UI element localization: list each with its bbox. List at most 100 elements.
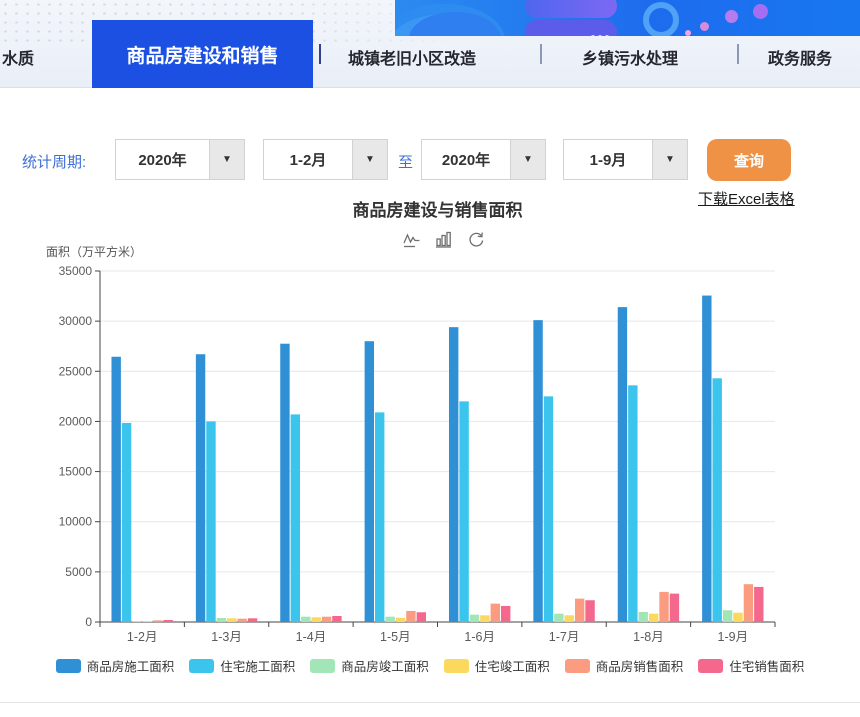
- database-graphic: [525, 0, 617, 18]
- x-tick-label: 1-6月: [464, 630, 495, 644]
- ring-graphic: [643, 2, 679, 36]
- bar[interactable]: 1-9月 商品房施工面积: 32550: [702, 296, 711, 622]
- bar[interactable]: 1-7月 商品房施工面积: 30100: [533, 320, 542, 622]
- bar[interactable]: 1-8月 商品房施工面积: 31400: [618, 307, 627, 622]
- bar[interactable]: 1-8月 住宅销售面积: 2830: [670, 594, 679, 622]
- legend-swatch: [444, 659, 469, 673]
- bar[interactable]: 1-5月 商品房施工面积: 28000: [365, 341, 374, 622]
- bar[interactable]: 1-7月 商品房销售面积: 2330: [575, 599, 584, 622]
- bar[interactable]: 1-2月 商品房施工面积: 26450: [111, 357, 120, 622]
- bar[interactable]: 1-3月 商品房竣工面积: 400: [217, 618, 226, 622]
- start-year-select[interactable]: 2020年 ▼: [115, 139, 245, 180]
- bar[interactable]: 1-5月 住宅施工面积: 20900: [375, 412, 384, 622]
- tab-sewage-treatment[interactable]: 乡镇污水处理: [582, 45, 678, 69]
- bar[interactable]: 1-7月 住宅竣工面积: 670: [565, 615, 574, 622]
- end-month-select[interactable]: 1-9月 ▼: [563, 139, 688, 180]
- legend-item[interactable]: 商品房销售面积: [565, 656, 684, 675]
- bar[interactable]: 1-5月 住宅竣工面积: 430: [396, 618, 405, 622]
- legend-item[interactable]: 住宅施工面积: [189, 656, 295, 675]
- caret-down-icon[interactable]: ▼: [510, 140, 545, 179]
- bar[interactable]: 1-3月 住宅竣工面积: 370: [227, 618, 236, 622]
- bar[interactable]: 1-9月 住宅施工面积: 24300: [713, 378, 722, 622]
- y-tick-label: 20000: [59, 414, 93, 428]
- end-year-value: 2020年: [422, 149, 510, 170]
- tab-water-quality[interactable]: 水质: [2, 45, 34, 69]
- legend-item[interactable]: 住宅销售面积: [698, 656, 804, 675]
- bar[interactable]: 1-7月 住宅施工面积: 22500: [544, 396, 553, 622]
- bar[interactable]: 1-3月 商品房销售面积: 330: [237, 619, 246, 622]
- y-tick-label: 0: [85, 615, 92, 629]
- end-year-select[interactable]: 2020年 ▼: [421, 139, 546, 180]
- refresh-icon[interactable]: [466, 230, 486, 250]
- bar[interactable]: 1-9月 商品房销售面积: 3770: [744, 584, 753, 622]
- bar[interactable]: 1-4月 住宅施工面积: 20700: [291, 414, 300, 622]
- caret-down-icon[interactable]: ▼: [209, 140, 244, 179]
- bar[interactable]: 1-9月 住宅竣工面积: 930: [733, 613, 742, 622]
- bar[interactable]: 1-5月 商品房竣工面积: 530: [385, 617, 394, 622]
- chart-legend: 商品房施工面积 住宅施工面积 商品房竣工面积 住宅竣工面积 商品房销售面积 住宅…: [0, 656, 860, 675]
- stat-period-label: 统计周期:: [22, 151, 86, 172]
- bar[interactable]: 1-2月 商品房销售面积: 170: [153, 620, 162, 622]
- tab-government-service[interactable]: 政务服务: [768, 45, 832, 69]
- bar[interactable]: 1-4月 商品房竣工面积: 530: [301, 617, 310, 622]
- bar[interactable]: 1-6月 住宅竣工面积: 670: [480, 615, 489, 622]
- bar[interactable]: 1-7月 商品房竣工面积: 830: [554, 614, 563, 622]
- legend-swatch: [56, 659, 81, 673]
- bar[interactable]: 1-6月 商品房销售面积: 1830: [491, 604, 500, 622]
- legend-item[interactable]: 住宅竣工面积: [444, 656, 550, 675]
- bar[interactable]: 1-6月 住宅施工面积: 22000: [459, 401, 468, 622]
- bar[interactable]: 1-6月 商品房竣工面积: 730: [470, 615, 479, 622]
- bar[interactable]: 1-3月 商品房施工面积: 26700: [196, 354, 205, 622]
- bar[interactable]: 1-8月 商品房销售面积: 3000: [659, 592, 668, 622]
- legend-swatch: [189, 659, 214, 673]
- bar[interactable]: 1-6月 住宅销售面积: 1600: [501, 606, 510, 622]
- start-month-value: 1-2月: [264, 149, 352, 170]
- end-month-value: 1-9月: [564, 149, 652, 170]
- tab-separator: [540, 44, 542, 64]
- bar[interactable]: 1-2月 住宅竣工面积: 90: [143, 621, 152, 622]
- bar[interactable]: 1-9月 商品房竣工面积: 1170: [723, 610, 732, 622]
- bar[interactable]: 1-4月 商品房施工面积: 27750: [280, 344, 289, 622]
- bar[interactable]: 1-3月 住宅施工面积: 20000: [206, 421, 215, 622]
- y-tick-label: 10000: [59, 515, 93, 529]
- bar[interactable]: 1-7月 住宅销售面积: 2170: [585, 600, 594, 622]
- bar-chart-icon[interactable]: [434, 230, 454, 250]
- legend-swatch: [565, 659, 590, 673]
- bar[interactable]: 1-4月 商品房销售面积: 530: [322, 617, 331, 622]
- query-button[interactable]: 查询: [707, 139, 791, 181]
- bar[interactable]: 1-5月 商品房销售面积: 1100: [406, 611, 415, 622]
- legend-item[interactable]: 商品房施工面积: [56, 656, 175, 675]
- x-tick-label: 1-3月: [211, 630, 242, 644]
- y-tick-label: 25000: [59, 364, 93, 378]
- y-tick-label: 15000: [59, 465, 93, 479]
- caret-down-icon[interactable]: ▼: [352, 140, 387, 179]
- line-chart-icon[interactable]: [402, 230, 422, 250]
- bar[interactable]: 1-4月 住宅销售面积: 600: [332, 616, 341, 622]
- start-month-select[interactable]: 1-2月 ▼: [263, 139, 388, 180]
- bar[interactable]: 1-6月 商品房施工面积: 29400: [449, 327, 458, 622]
- tab-commercial-housing[interactable]: 商品房建设和销售: [92, 20, 313, 88]
- chart-toolbox: [402, 230, 486, 250]
- to-label: 至: [398, 151, 413, 172]
- x-tick-label: 1-2月: [127, 630, 158, 644]
- bar[interactable]: 1-2月 住宅施工面积: 19850: [122, 423, 131, 622]
- bar[interactable]: 1-3月 住宅销售面积: 370: [248, 618, 257, 622]
- y-tick-label: 35000: [59, 264, 93, 278]
- chart-title: 商品房建设与销售面积: [60, 196, 815, 221]
- start-year-value: 2020年: [116, 149, 209, 170]
- bar[interactable]: 1-9月 住宅销售面积: 3500: [754, 587, 763, 622]
- caret-down-icon[interactable]: ▼: [652, 140, 687, 179]
- bar[interactable]: 1-2月 住宅销售面积: 200: [163, 620, 172, 622]
- bar[interactable]: 1-5月 住宅销售面积: 970: [417, 612, 426, 622]
- legend-swatch: [698, 659, 723, 673]
- bar[interactable]: 1-8月 住宅施工面积: 23600: [628, 385, 637, 622]
- bar[interactable]: 1-8月 住宅竣工面积: 830: [649, 614, 658, 622]
- tab-old-district-renovation[interactable]: 城镇老旧小区改造: [348, 45, 476, 69]
- legend-item[interactable]: 商品房竣工面积: [310, 656, 429, 675]
- bar[interactable]: 1-2月 商品房竣工面积: 50: [132, 621, 141, 622]
- x-tick-label: 1-8月: [633, 630, 664, 644]
- bar[interactable]: 1-8月 商品房竣工面积: 1000: [639, 612, 648, 622]
- x-tick-label: 1-9月: [718, 630, 749, 644]
- x-tick-label: 1-5月: [380, 630, 411, 644]
- bar[interactable]: 1-4月 住宅竣工面积: 470: [311, 617, 320, 622]
